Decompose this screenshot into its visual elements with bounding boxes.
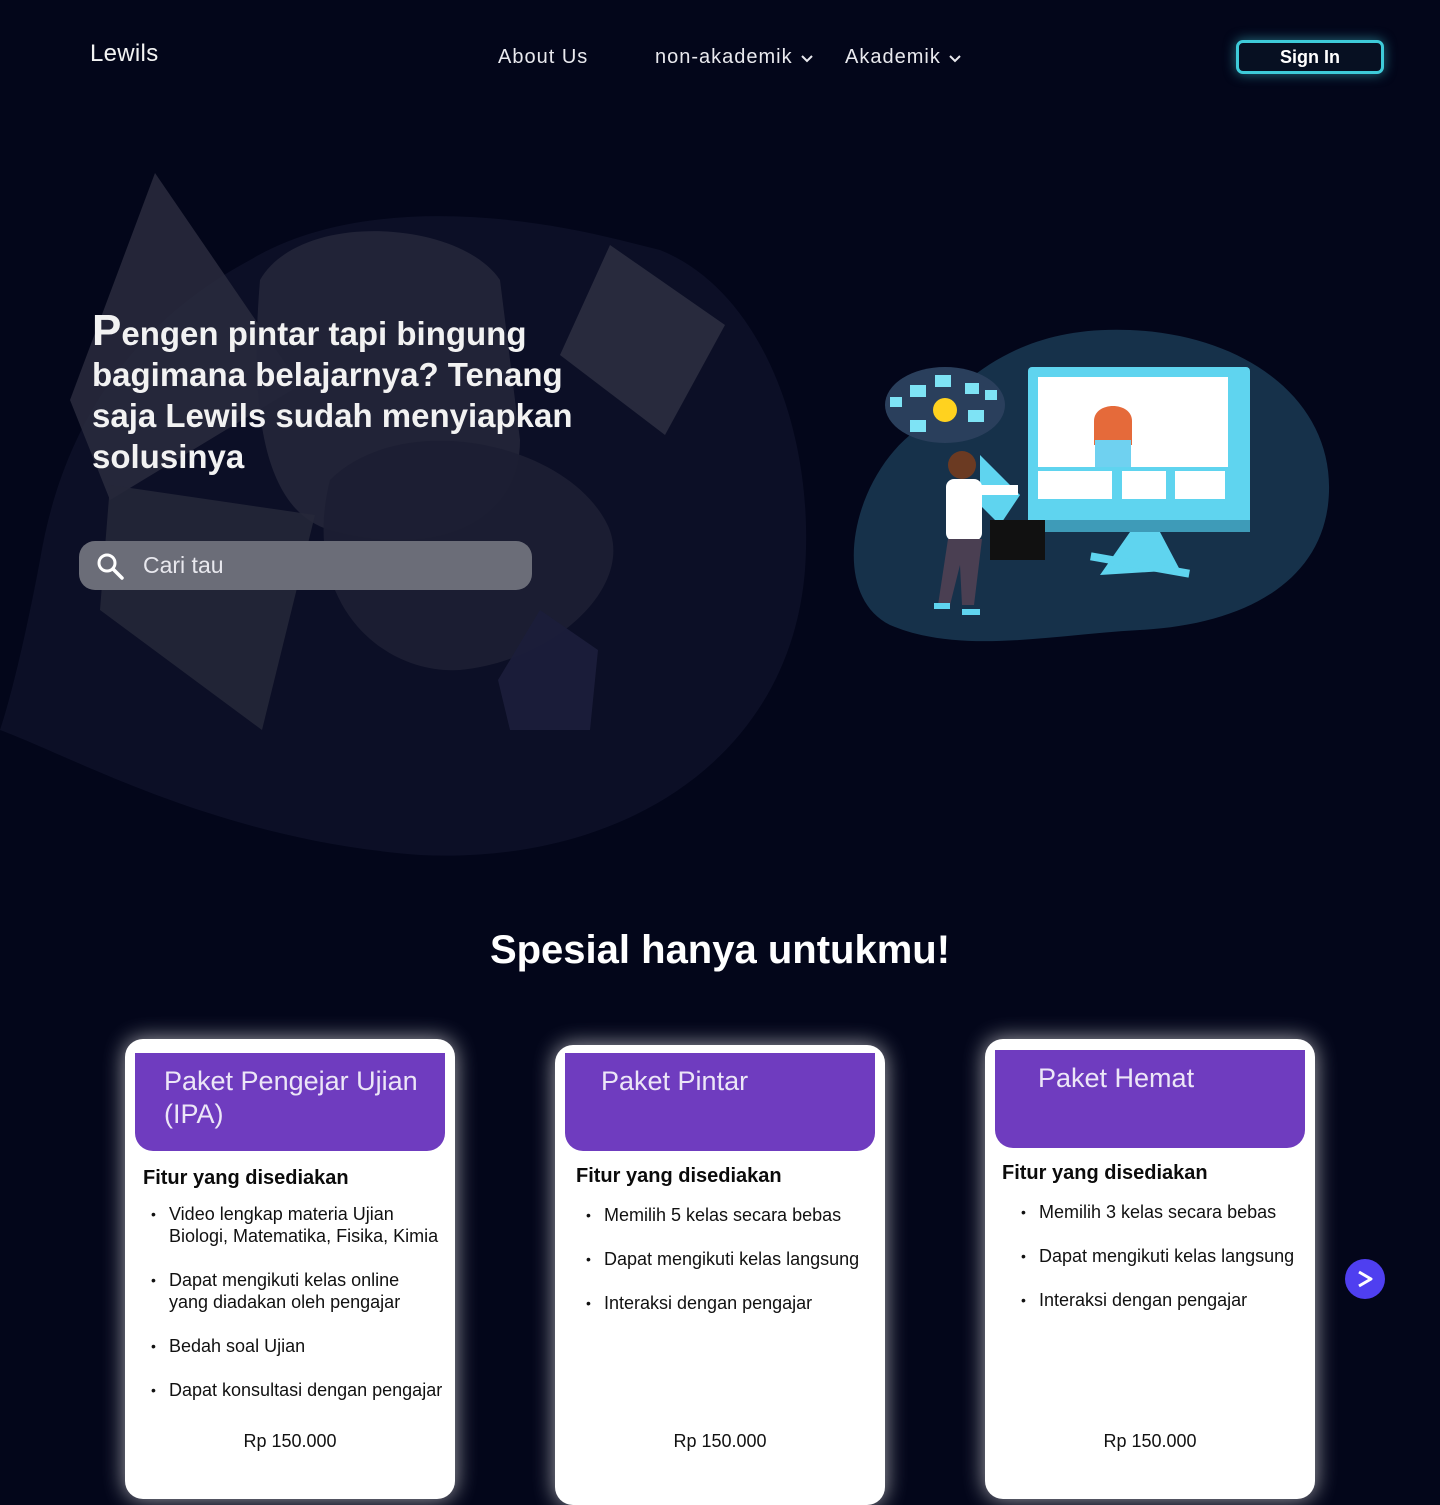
carousel-next-button[interactable] [1345, 1259, 1385, 1299]
hero-headline-text: engen pintar tapi bingung bagimana belaj… [92, 315, 573, 475]
package-card-pengejar-ujian[interactable]: Paket Pengejar Ujian (IPA) Fitur yang di… [125, 1039, 455, 1499]
package-card-hemat[interactable]: Paket Hemat Fitur yang disediakan Memili… [985, 1039, 1315, 1499]
features-list: Memilih 5 kelas secara bebas Dapat mengi… [578, 1204, 878, 1336]
hero-headline: Pengen pintar tapi bingung bagimana bela… [92, 309, 592, 477]
nav-non-akademik-dropdown[interactable]: non-akademik [655, 46, 815, 69]
chevron-down-icon [800, 54, 813, 62]
search-icon [97, 553, 124, 580]
feature-item: Memilih 3 kelas secara bebas [1013, 1201, 1313, 1223]
features-title: Fitur yang disediakan [143, 1167, 349, 1189]
features-title: Fitur yang disediakan [1002, 1162, 1208, 1184]
feature-item: Dapat konsultasi dengan pengajar [143, 1379, 443, 1401]
feature-item: Memilih 5 kelas secara bebas [578, 1204, 878, 1226]
section-title: Spesial hanya untukmu! [489, 928, 951, 972]
arrow-right-icon [1358, 1270, 1373, 1288]
nav-non-akademik-label: non-akademik [655, 46, 793, 68]
card-title: Paket Pintar [601, 1066, 749, 1096]
hero-headline-initial: P [92, 306, 122, 355]
feature-item: Bedah soal Ujian [143, 1335, 443, 1357]
features-title: Fitur yang disediakan [576, 1165, 782, 1187]
package-card-pintar[interactable]: Paket Pintar Fitur yang disediakan Memil… [555, 1045, 885, 1505]
card-header: Paket Pintar [565, 1053, 875, 1151]
search-bar[interactable] [79, 541, 532, 590]
logo[interactable]: Lewils [90, 40, 159, 68]
chevron-down-icon [949, 54, 961, 62]
feature-item: Dapat mengikuti kelas online yang diadak… [143, 1269, 443, 1313]
feature-item: Dapat mengikuti kelas langsung [578, 1248, 878, 1270]
nav-akademik-label: Akademik [845, 46, 941, 68]
online-class-illustration [853, 329, 1330, 642]
card-price: Rp 150.000 [673, 1431, 767, 1451]
search-input[interactable] [141, 551, 532, 580]
nav-about-us[interactable]: About Us [498, 46, 588, 69]
card-title: Paket Hemat [1038, 1063, 1195, 1093]
feature-item: Interaksi dengan pengajar [578, 1292, 878, 1314]
sign-in-button[interactable]: Sign In [1236, 40, 1384, 74]
card-header: Paket Hemat [995, 1050, 1305, 1148]
background-shapes [0, 173, 807, 856]
nav-about-us-label: About Us [498, 46, 589, 68]
card-header: Paket Pengejar Ujian (IPA) [135, 1053, 445, 1151]
feature-item: Dapat mengikuti kelas langsung [1013, 1245, 1313, 1267]
feature-item: Video lengkap materia Ujian Biologi, Mat… [143, 1203, 443, 1247]
features-list: Memilih 3 kelas secara bebas Dapat mengi… [1013, 1201, 1313, 1333]
card-title: Paket Pengejar Ujian (IPA) [164, 1066, 418, 1129]
nav-akademik-dropdown[interactable]: Akademik [845, 46, 963, 69]
card-price: Rp 150.000 [1103, 1431, 1197, 1451]
feature-item: Interaksi dengan pengajar [1013, 1289, 1313, 1311]
features-list: Video lengkap materia Ujian Biologi, Mat… [143, 1203, 443, 1423]
card-price: Rp 150.000 [243, 1431, 337, 1451]
